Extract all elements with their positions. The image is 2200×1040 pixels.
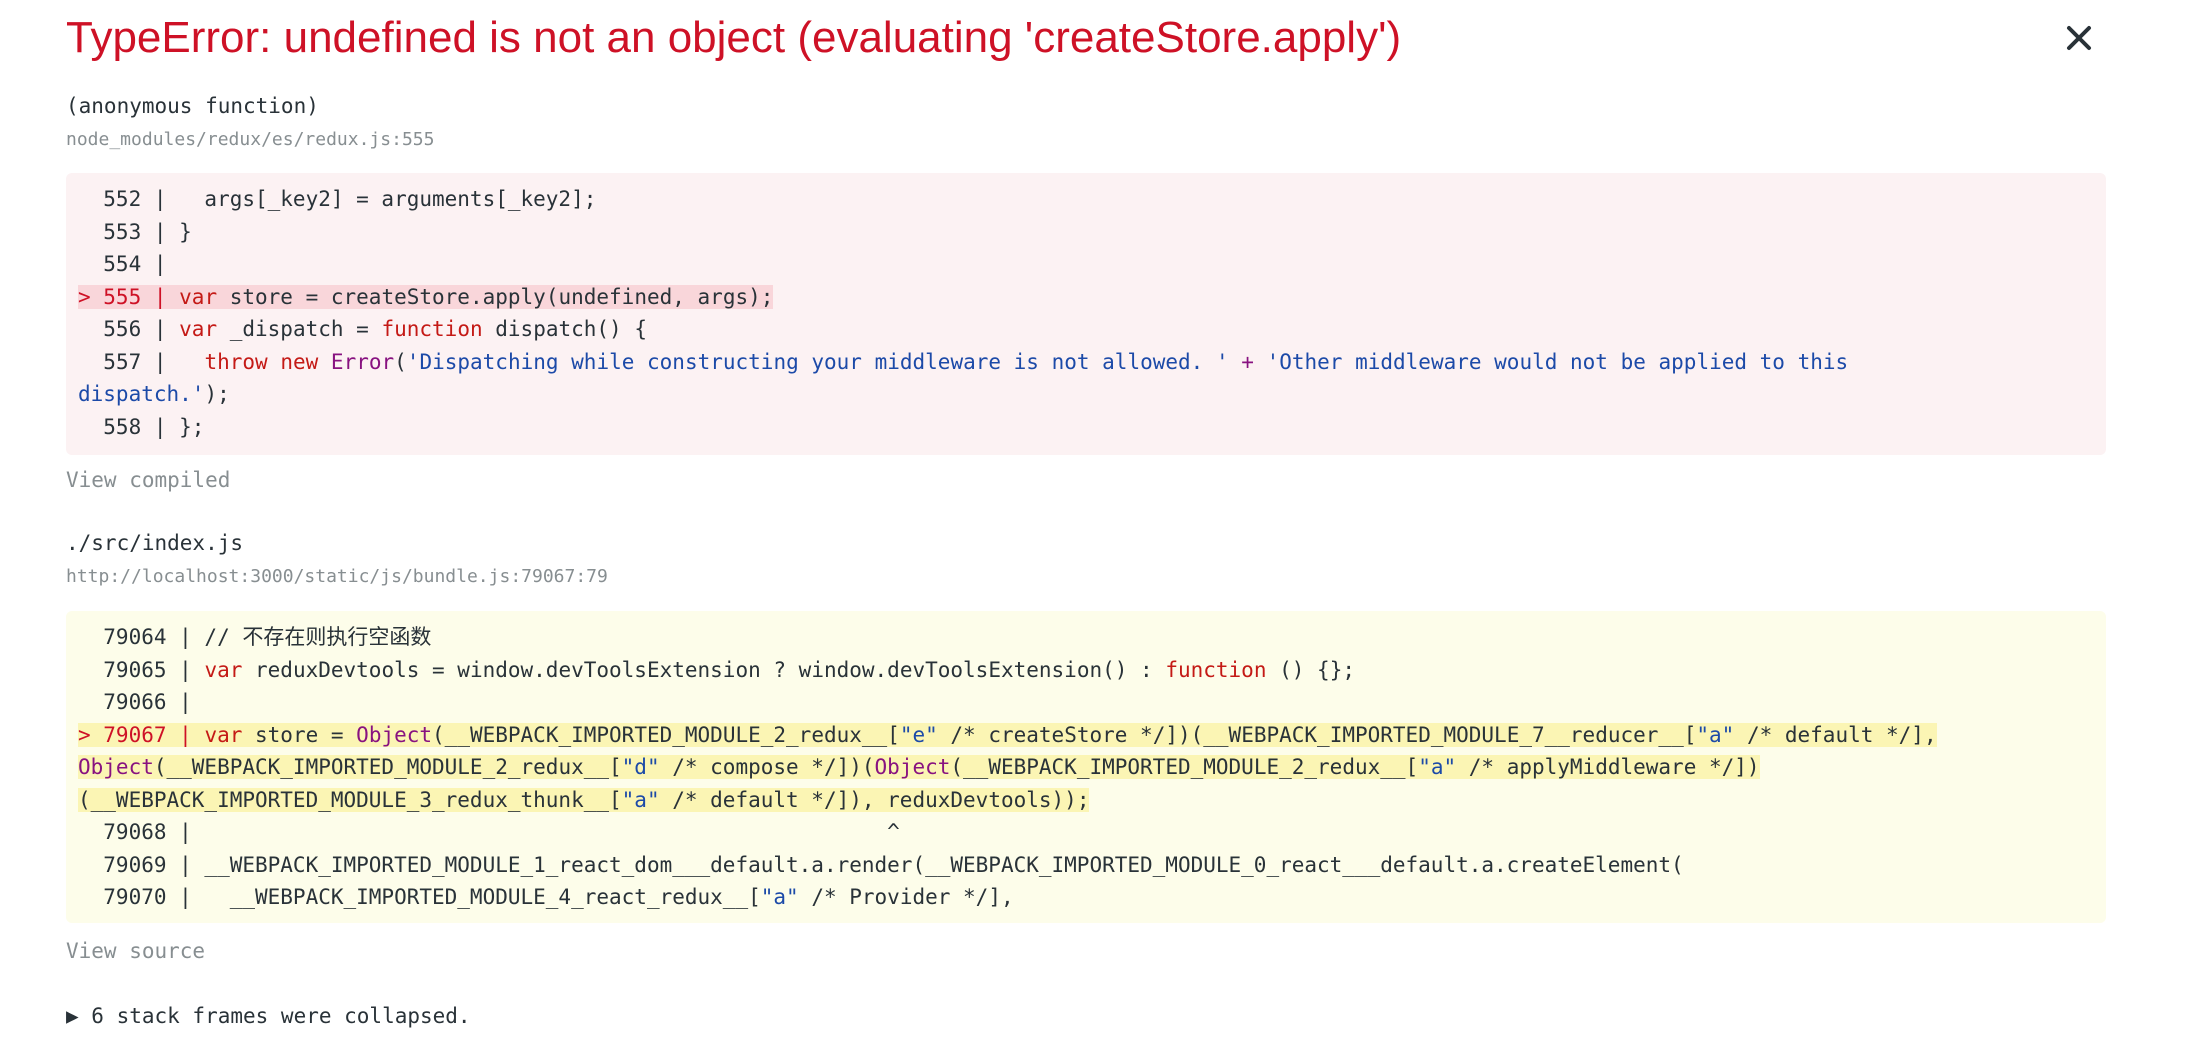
frame-function-name: (anonymous function) <box>66 94 319 118</box>
code-token: var <box>204 722 243 747</box>
code-token: 556 | <box>78 317 180 341</box>
collapsed-frames-toggle[interactable]: ▶ 6 stack frames were collapsed. <box>66 1001 471 1031</box>
code-token: 'Other middleware would not be applied t… <box>1266 349 1849 374</box>
code-token: 'Dispatching while constructing your mid… <box>406 349 1229 374</box>
code-line: 79068 | ^ <box>78 820 900 844</box>
code-line: 558 | }; <box>78 414 205 439</box>
code-line: dispatch.'); <box>78 378 2106 411</box>
code-line-highlighted: Object(__WEBPACK_IMPORTED_MODULE_2_redux… <box>78 751 2106 784</box>
error-line-marker: > 79067 | <box>78 722 205 747</box>
code-token: /* compose */])( <box>659 755 875 779</box>
code-token: Object <box>78 755 154 779</box>
code-token: /* applyMiddleware */]) <box>1456 755 1760 779</box>
code-token: (__WEBPACK_IMPORTED_MODULE_3_redux_thunk… <box>78 787 622 812</box>
view-compiled-link[interactable]: View compiled <box>66 465 230 495</box>
code-line: 554 | <box>78 252 167 276</box>
code-token: "a" <box>1696 722 1735 747</box>
code-line: 79065 | var reduxDevtools = window.devTo… <box>78 654 2106 687</box>
frame-function-name: ./src/index.js <box>66 531 244 555</box>
code-token: /* createStore */])(__WEBPACK_IMPORTED_M… <box>937 722 1697 747</box>
code-line-highlighted: > 555 | var store = createStore.apply(un… <box>78 281 2106 314</box>
code-token: "e" <box>899 722 938 747</box>
close-button[interactable] <box>2055 14 2103 62</box>
code-token: /* Provider */], <box>798 885 1014 909</box>
code-token: + <box>1241 349 1254 374</box>
code-line: 556 | var _dispatch = function dispatch(… <box>78 313 2106 346</box>
code-token: dispatch() { <box>482 317 647 341</box>
code-token: function <box>1165 657 1267 682</box>
code-token: throw <box>204 349 268 374</box>
code-token: var <box>179 284 218 309</box>
code-line: 79064 | // 不存在则执行空函数 <box>78 625 432 649</box>
code-token: Error <box>330 349 395 374</box>
code-token: /* default */], <box>1734 722 1937 747</box>
code-token: var <box>179 317 218 341</box>
code-line: 557 | throw new Error('Dispatching while… <box>78 349 1849 374</box>
code-token: (__WEBPACK_IMPORTED_MODULE_2_redux__[ <box>153 755 622 779</box>
code-token: var <box>204 657 243 682</box>
code-line: 79070 | __WEBPACK_IMPORTED_MODULE_4_reac… <box>78 881 2106 914</box>
code-snippet: 552 | args[_key2] = arguments[_key2]; 55… <box>66 173 2106 455</box>
code-line: 552 | args[_key2] = arguments[_key2]; <box>78 187 597 211</box>
code-line-highlighted: > 79067 | var store = Object(__WEBPACK_I… <box>78 719 2106 752</box>
code-token: reduxDevtools = window.devToolsExtension… <box>242 657 1166 682</box>
code-token: "a" <box>621 787 660 812</box>
code-token: new <box>280 349 319 374</box>
code-token: store = createStore.apply(undefined, arg… <box>217 284 774 309</box>
close-icon <box>2067 26 2091 50</box>
view-source-link[interactable]: View source <box>66 936 205 966</box>
code-token: dispatch.' <box>78 382 205 406</box>
code-token: "a" <box>760 885 799 909</box>
code-token: 557 | <box>78 349 205 374</box>
code-token: _dispatch = <box>217 317 382 341</box>
frame-file-location: node_modules/redux/es/redux.js:555 <box>66 129 435 150</box>
code-line: 79069 | __WEBPACK_IMPORTED_MODULE_1_reac… <box>78 852 1684 877</box>
code-token: 79065 | <box>78 657 205 682</box>
code-snippet: 79064 | // 不存在则执行空函数 79065 | var reduxDe… <box>66 611 2106 923</box>
code-token: (__WEBPACK_IMPORTED_MODULE_2_redux__[ <box>950 755 1419 779</box>
code-token: 79070 | __WEBPACK_IMPORTED_MODULE_4_reac… <box>78 885 761 909</box>
code-line-highlighted: (__WEBPACK_IMPORTED_MODULE_3_redux_thunk… <box>78 784 2106 817</box>
code-token: function <box>381 317 483 341</box>
code-token: ); <box>204 382 230 406</box>
code-token: Object <box>356 722 433 747</box>
code-line: 553 | } <box>78 219 192 244</box>
code-token: () {}; <box>1266 657 1355 682</box>
code-token: /* default */]), reduxDevtools)); <box>659 787 1090 812</box>
frame-file-location: http://localhost:3000/static/js/bundle.j… <box>66 566 608 587</box>
error-overlay-header: TypeError: undefined is not an object (e… <box>66 8 2106 68</box>
code-token: (__WEBPACK_IMPORTED_MODULE_2_redux__[ <box>432 722 900 747</box>
code-token: store = <box>242 722 357 747</box>
code-token: "a" <box>1418 755 1457 779</box>
code-token: "d" <box>621 755 660 779</box>
code-line: 79066 | <box>78 690 192 714</box>
code-token: Object <box>874 755 951 779</box>
error-line-marker: > 555 | <box>78 284 180 309</box>
error-title: TypeError: undefined is not an object (e… <box>66 13 1402 62</box>
